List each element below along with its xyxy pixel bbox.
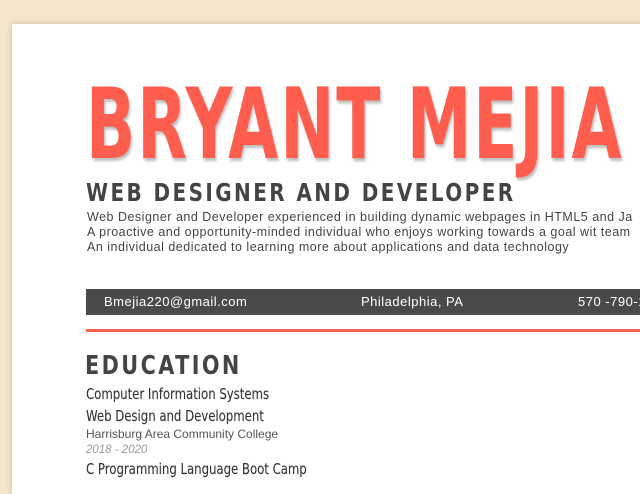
contact-bar: Bmejia220@gmail.com Philadelphia, PA 570…	[86, 289, 640, 315]
contact-phone[interactable]: 570 -790-1	[578, 289, 640, 315]
summary-block: Web Designer and Developer experienced i…	[87, 210, 640, 255]
resume-name: BRYANT MEJIA	[86, 68, 624, 182]
contact-email[interactable]: Bmejia220@gmail.com	[104, 289, 247, 315]
summary-line-3: An individual dedicated to learning more…	[87, 240, 570, 254]
education-heading: EDUCATION	[85, 351, 242, 381]
summary-line-2: A proactive and opportunity-minded indiv…	[87, 225, 631, 239]
resume-page: BRYANT MEJIA WEB DESIGNER AND DEVELOPER …	[12, 24, 640, 494]
summary-line-1: Web Designer and Developer experienced i…	[87, 210, 633, 224]
contact-location: Philadelphia, PA	[361, 294, 464, 309]
education-dates: 2018 - 2020	[86, 444, 148, 456]
education-program-2: Web Design and Development	[86, 407, 264, 425]
education-program-3: C Programming Language Boot Camp	[86, 460, 307, 478]
education-school: Harrisburg Area Community College	[86, 427, 279, 441]
resume-title: WEB DESIGNER AND DEVELOPER	[86, 178, 516, 207]
education-program-1: Computer Information Systems	[86, 385, 270, 403]
section-divider	[86, 329, 640, 332]
